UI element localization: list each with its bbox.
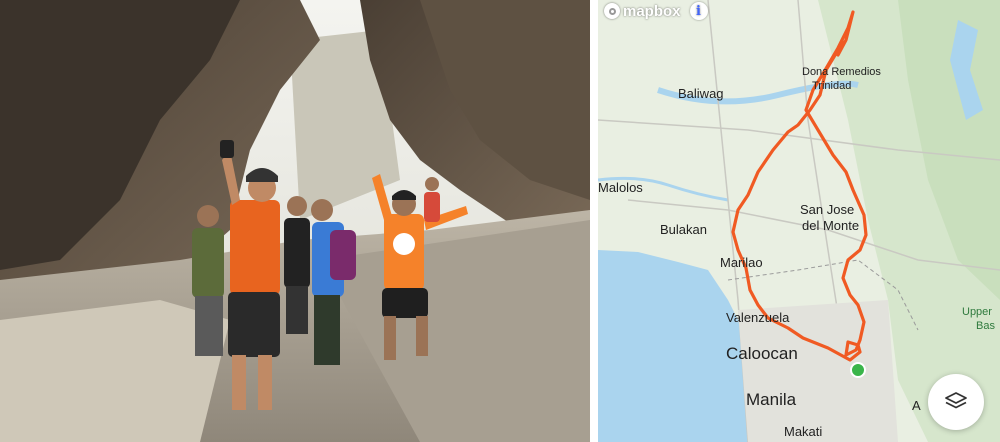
label-baliwag: Baliwag bbox=[678, 86, 724, 101]
cyclists-in-cave-illustration bbox=[0, 0, 590, 442]
layers-button[interactable] bbox=[928, 374, 984, 430]
label-marilao: Marilao bbox=[720, 255, 763, 270]
label-san-jose: San Jose bbox=[800, 202, 855, 217]
label-makati: Makati bbox=[784, 424, 823, 439]
map-basemap bbox=[598, 0, 1000, 442]
layers-icon bbox=[945, 392, 967, 409]
cave-photo bbox=[0, 0, 590, 442]
label-dona-remedios: Dona Remedios bbox=[802, 66, 881, 78]
label-caloocan: Caloocan bbox=[726, 344, 798, 363]
start-marker bbox=[850, 362, 866, 378]
label-manila: Manila bbox=[746, 390, 797, 409]
route-map[interactable]: Dona Remedios Trinidad Baliwag Malolos B… bbox=[598, 0, 1000, 442]
mapbox-attribution[interactable]: mapbox i bbox=[604, 2, 708, 20]
label-upper: Upper bbox=[962, 306, 992, 318]
label-malolos: Malolos bbox=[598, 180, 643, 195]
mapbox-logo-icon bbox=[604, 3, 620, 19]
label-a: A bbox=[912, 398, 921, 413]
label-bas: Bas bbox=[976, 320, 995, 332]
label-bulakan: Bulakan bbox=[660, 222, 707, 237]
panel-divider bbox=[590, 0, 598, 442]
info-icon[interactable]: i bbox=[689, 2, 708, 20]
label-valenzuela: Valenzuela bbox=[726, 310, 790, 325]
mapbox-wordmark: mapbox bbox=[623, 2, 681, 20]
label-del-monte: del Monte bbox=[802, 218, 860, 233]
label-trinidad: Trinidad bbox=[812, 80, 852, 92]
